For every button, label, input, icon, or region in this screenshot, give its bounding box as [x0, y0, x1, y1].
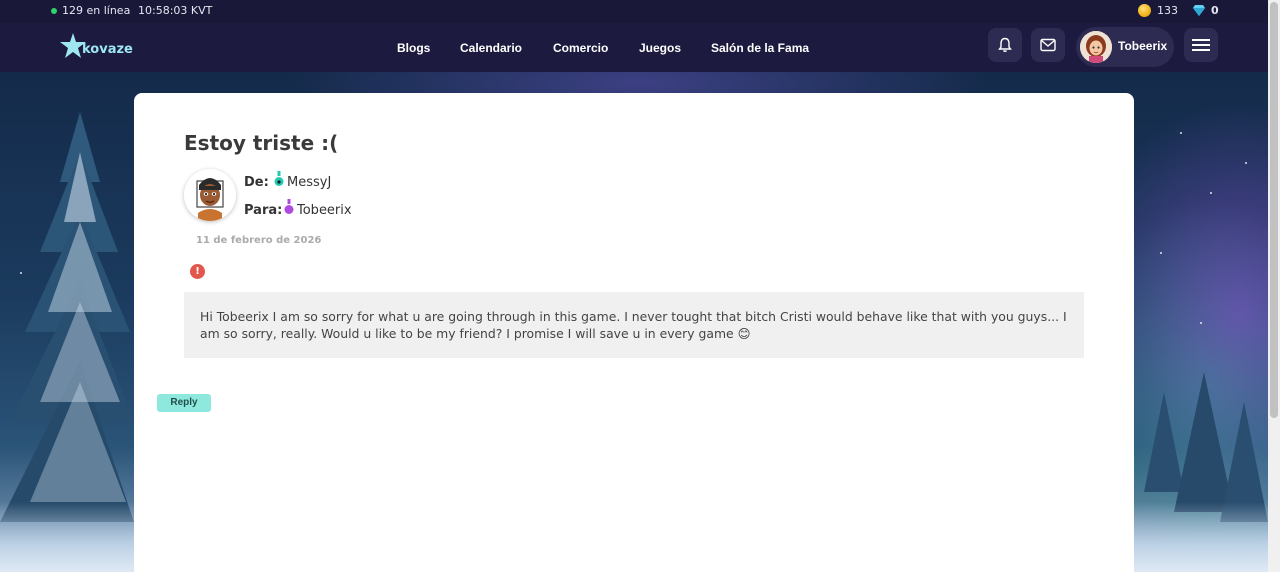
to-user-link[interactable]: Tobeerix [297, 203, 352, 218]
page-scrollbar-thumb[interactable] [1270, 2, 1278, 418]
flask-icon [274, 171, 284, 186]
online-count: 129 en línea [62, 4, 131, 17]
message-card: Estoy triste :( De: MessyJ Para: Tobeeri… [134, 93, 1134, 572]
sender-avatar-image [184, 169, 236, 221]
nav-link-calendario[interactable]: Calendario [460, 41, 522, 55]
flask-icon [284, 199, 294, 214]
star [1180, 132, 1182, 134]
sender-avatar[interactable] [184, 169, 236, 221]
bell-icon [998, 37, 1012, 53]
reply-button[interactable]: Reply [157, 394, 211, 412]
menu-button[interactable] [1184, 28, 1218, 62]
notifications-button[interactable] [988, 28, 1022, 62]
diamond-icon [1193, 5, 1205, 16]
mail-icon [1040, 38, 1056, 52]
online-indicator-icon [51, 8, 57, 14]
report-alert-icon[interactable]: ! [190, 264, 205, 279]
user-name: Tobeerix [1118, 39, 1168, 53]
coin-balance: 133 [1157, 4, 1178, 17]
nav-link-blogs[interactable]: Blogs [397, 41, 430, 55]
from-label: De: [244, 175, 269, 190]
star [1200, 322, 1202, 324]
user-profile-button[interactable]: Tobeerix [1076, 27, 1174, 67]
star [1210, 192, 1212, 194]
coin-icon [1138, 4, 1151, 17]
message-title: Estoy triste :( [184, 131, 339, 155]
gem-balance: 0 [1211, 4, 1219, 17]
from-user-link[interactable]: MessyJ [287, 175, 331, 190]
nav-link-comercio[interactable]: Comercio [553, 41, 608, 55]
user-avatar [1080, 31, 1112, 63]
status-bar: 129 en línea 10:58:03 KVT 133 0 [0, 0, 1268, 23]
to-label: Para: [244, 203, 283, 218]
user-avatar-image [1080, 31, 1112, 63]
server-clock: 10:58:03 KVT [138, 4, 213, 17]
nav-link-salon-de-la-fama[interactable]: Salón de la Fama [711, 41, 809, 55]
star [1245, 162, 1247, 164]
nav-link-juegos[interactable]: Juegos [639, 41, 681, 55]
menu-icon [1192, 39, 1210, 51]
logo-text[interactable]: kovaze [82, 42, 133, 57]
message-body: Hi Tobeerix I am so sorry for what u are… [184, 292, 1084, 358]
messages-button[interactable] [1031, 28, 1065, 62]
star [1160, 252, 1162, 254]
main-navbar: kovaze Blogs Calendario Comercio Juegos … [0, 23, 1268, 72]
message-date: 11 de febrero de 2026 [196, 235, 322, 246]
